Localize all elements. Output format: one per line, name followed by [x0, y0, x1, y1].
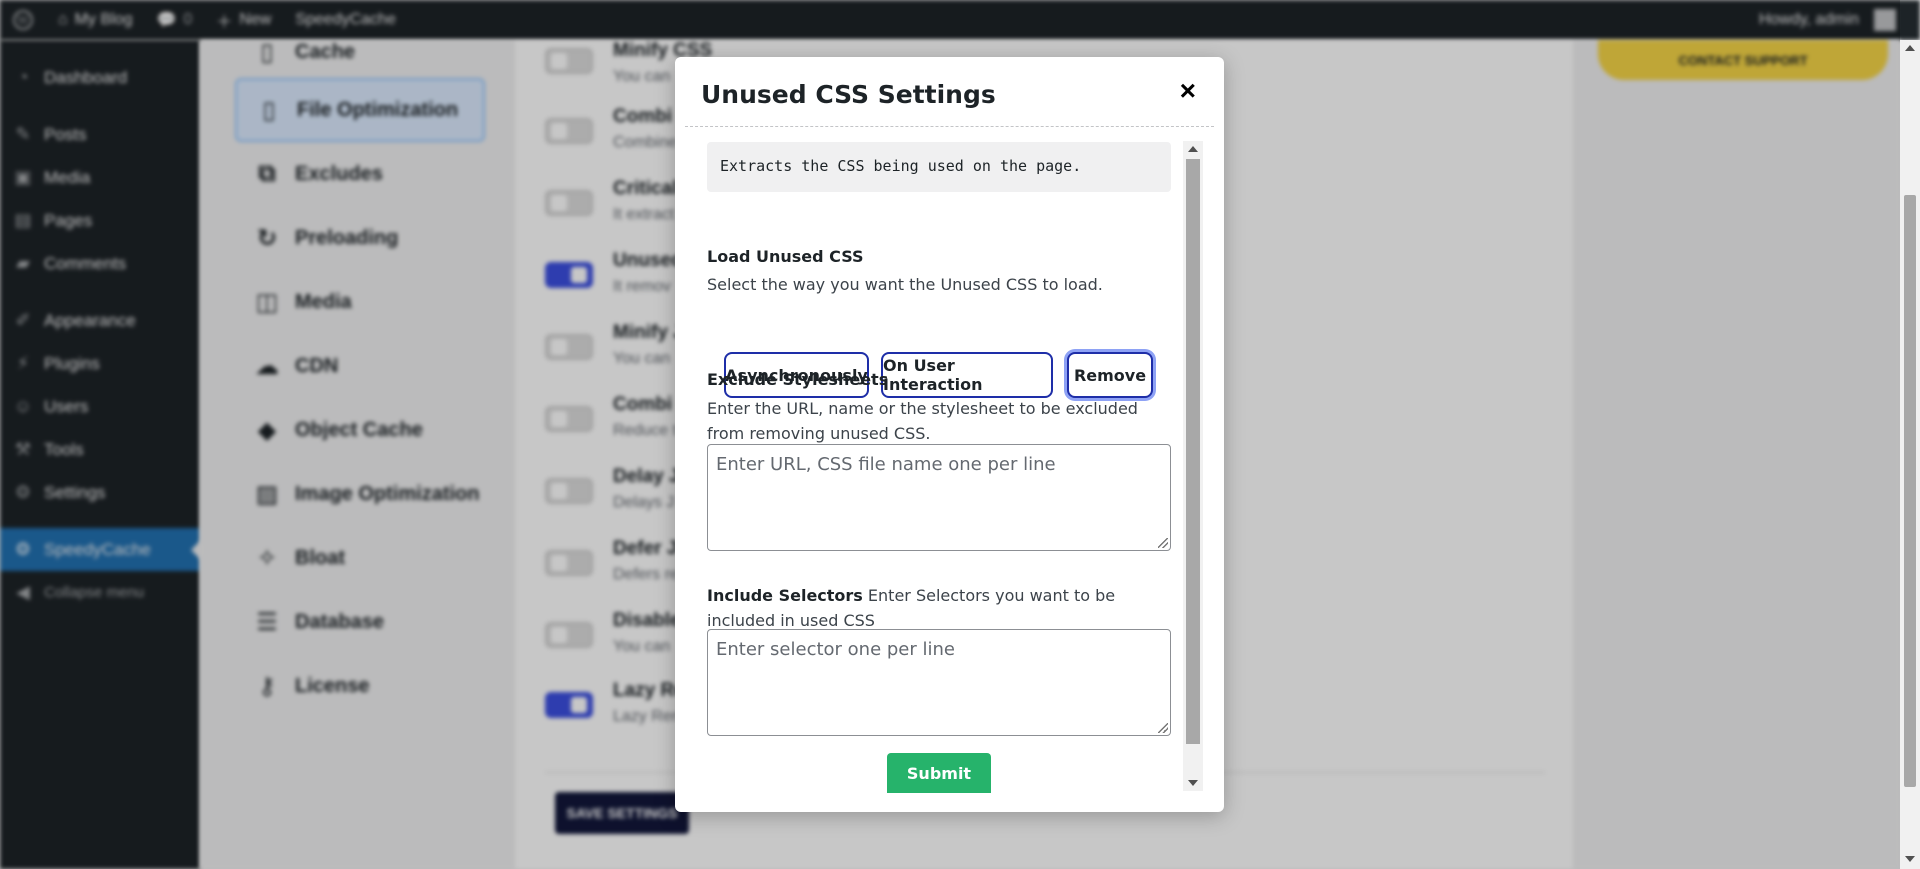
- include-selectors-placeholder: Enter selector one per line: [716, 639, 955, 660]
- modal-scrollbar-thumb[interactable]: [1186, 159, 1200, 744]
- exclude-stylesheets-label: Exclude Stylesheets: [707, 370, 889, 389]
- scroll-up-arrow-icon[interactable]: [1188, 146, 1198, 152]
- load-unused-css-help: Select the way you want the Unused CSS t…: [707, 275, 1103, 294]
- load-on-user-interaction-button[interactable]: On User Interaction: [881, 352, 1053, 398]
- close-icon[interactable]: ×: [1180, 75, 1196, 107]
- modal-title: Unused CSS Settings: [701, 80, 996, 109]
- page-scrollbar[interactable]: [1900, 40, 1920, 869]
- exclude-stylesheets-placeholder: Enter URL, CSS file name one per line: [716, 454, 1056, 475]
- exclude-stylesheets-help: Enter the URL, name or the stylesheet to…: [707, 399, 1138, 443]
- resize-handle-icon[interactable]: [1158, 538, 1168, 548]
- scroll-down-arrow-icon[interactable]: [1188, 780, 1198, 786]
- include-selectors-label: Include Selectors: [707, 586, 863, 605]
- scroll-down-arrow-icon[interactable]: [1905, 856, 1915, 862]
- include-selectors-textarea[interactable]: Enter selector one per line: [707, 629, 1171, 736]
- submit-button[interactable]: Submit: [887, 753, 991, 793]
- scroll-up-arrow-icon[interactable]: [1905, 45, 1915, 51]
- modal-header: Unused CSS Settings ×: [675, 57, 1224, 127]
- modal-divider: [685, 126, 1214, 127]
- load-remove-button[interactable]: Remove: [1067, 352, 1153, 398]
- modal-description: Extracts the CSS being used on the page.: [707, 142, 1171, 192]
- include-selectors-heading: Include Selectors Enter Selectors you wa…: [707, 583, 1157, 633]
- exclude-stylesheets-textarea[interactable]: Enter URL, CSS file name one per line: [707, 444, 1171, 551]
- unused-css-settings-modal: Unused CSS Settings × Extracts the CSS b…: [675, 57, 1224, 812]
- scrollbar-thumb[interactable]: [1904, 195, 1916, 787]
- load-unused-css-label: Load Unused CSS: [707, 247, 864, 266]
- modal-scrollbar[interactable]: [1183, 141, 1203, 791]
- resize-handle-icon[interactable]: [1158, 723, 1168, 733]
